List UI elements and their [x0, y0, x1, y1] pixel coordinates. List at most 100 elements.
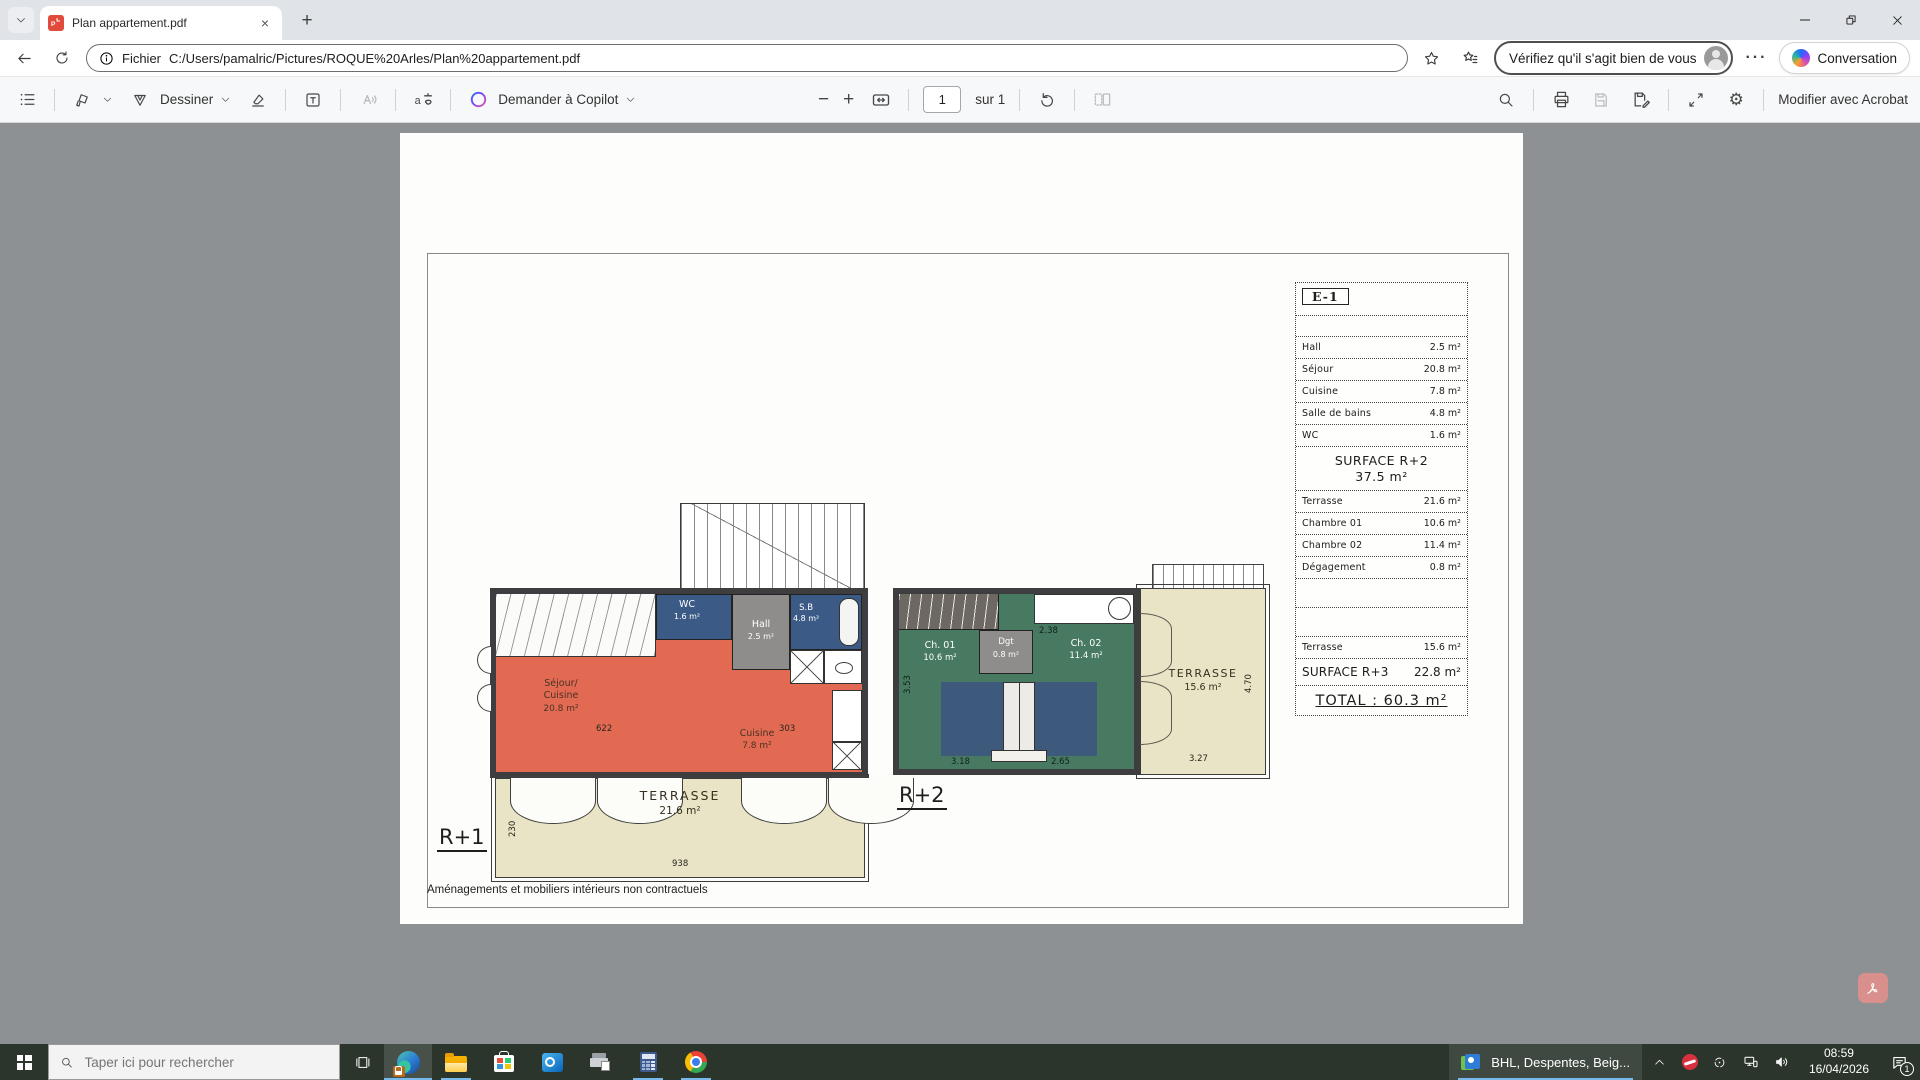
table-spacer-row: [1296, 579, 1467, 608]
fit-width-icon[interactable]: [868, 87, 894, 113]
network-icon[interactable]: [1742, 1053, 1760, 1071]
taskbar-spacer: [720, 1044, 1449, 1080]
favorite-star-icon[interactable]: [1418, 44, 1446, 72]
tab-search-chevron-icon[interactable]: [8, 7, 34, 33]
ask-copilot-button[interactable]: Demander à Copilot: [465, 87, 636, 113]
draw-tool-button[interactable]: Dessiner: [127, 87, 231, 113]
r1-kitchen-appliance: [832, 742, 862, 770]
calculator-icon: [640, 1052, 657, 1072]
r2-water-heater: [1108, 597, 1131, 620]
window-close-button[interactable]: [1874, 0, 1920, 40]
r2-dim-top: 2.38: [1039, 626, 1058, 636]
collections-icon[interactable]: [1456, 44, 1484, 72]
r2-floor-plan: Dgt0.8 m² Ch. 0110.6 m² Ch. 0211.4 m² 2.…: [893, 588, 1140, 775]
tray-expand-icon[interactable]: [1651, 1053, 1669, 1071]
rotate-icon[interactable]: [1034, 87, 1060, 113]
browser-menu-button[interactable]: ···: [1743, 49, 1769, 67]
add-text-icon[interactable]: [300, 87, 326, 113]
r1-staircase-tower: [680, 503, 865, 589]
url-field[interactable]: Fichier C:/Users/pamalric/Pictures/ROQUE…: [86, 44, 1408, 72]
chrome-icon: [685, 1051, 707, 1073]
translate-icon[interactable]: a: [410, 87, 436, 113]
r2-ch2-label: Ch. 0211.4 m²: [1051, 638, 1121, 663]
r1-bathroom: S.B4.8 m²: [790, 594, 862, 650]
taskbar-search-input[interactable]: [83, 1054, 328, 1071]
zoom-in-button[interactable]: +: [843, 90, 854, 109]
start-button[interactable]: [0, 1044, 48, 1080]
window-restore-button[interactable]: [1828, 0, 1874, 40]
read-aloud-icon: [355, 87, 381, 113]
taskbar-document-app-button[interactable]: BHL, Despentes, Beig...: [1449, 1044, 1642, 1080]
taskbar-clock[interactable]: 08:59 16/04/2026: [1800, 1044, 1878, 1080]
page-count-label: sur 1: [975, 92, 1005, 107]
fullscreen-icon[interactable]: [1683, 87, 1709, 113]
r2-nightstand: [1003, 682, 1035, 756]
scanner-app-icon: [590, 1053, 610, 1071]
total-row: TOTAL : 60.3 m²: [1296, 686, 1467, 715]
r1-hall-room: Hall2.5 m²: [732, 594, 790, 670]
taskbar-explorer-button[interactable]: [432, 1044, 480, 1080]
new-tab-button[interactable]: +: [294, 8, 320, 34]
r1-dim-sejour: 622: [596, 724, 612, 734]
highlighter-tool-button[interactable]: [69, 87, 113, 113]
toc-menu-icon[interactable]: [14, 87, 40, 113]
taskbar-search[interactable]: [48, 1044, 340, 1080]
page-number-input[interactable]: [923, 86, 961, 113]
table-row: Séjour20.8 m²: [1296, 359, 1467, 381]
r1-terrace-label: TERRASSE 21.6 m²: [496, 788, 864, 817]
surface-table: E-1 Hall2.5 m² Séjour20.8 m² Cuisine7.8 …: [1295, 282, 1468, 716]
volume-icon[interactable]: [1773, 1053, 1791, 1071]
browser-tab[interactable]: P Plan appartement.pdf ×: [40, 6, 282, 40]
microsoft-store-icon: [494, 1055, 514, 1072]
taskbar-scanner-button[interactable]: [576, 1044, 624, 1080]
surface-r3-row: SURFACE R+322.8 m²: [1296, 659, 1467, 686]
pen-icon: [127, 87, 153, 113]
tab-close-icon[interactable]: ×: [256, 14, 274, 32]
pdf-viewport[interactable]: E-1 Hall2.5 m² Séjour20.8 m² Cuisine7.8 …: [0, 123, 1920, 1044]
windows-logo-icon: [17, 1055, 32, 1070]
taskbar-outlook-button[interactable]: [528, 1044, 576, 1080]
print-icon[interactable]: [1548, 87, 1574, 113]
window-minimize-button[interactable]: [1782, 0, 1828, 40]
verify-identity-button[interactable]: Vérifiez qu'il s'agit bien de vous: [1494, 41, 1734, 75]
save-as-icon[interactable]: [1628, 87, 1654, 113]
task-view-button[interactable]: [340, 1044, 384, 1080]
taskbar-chrome-button[interactable]: [672, 1044, 720, 1080]
r2-degagement: Dgt0.8 m²: [979, 630, 1033, 674]
acrobat-floating-button[interactable]: [1858, 973, 1888, 1003]
table-row: Terrasse15.6 m²: [1296, 637, 1467, 659]
table-row: Chambre 0211.4 m²: [1296, 535, 1467, 557]
r2-dim-terrace-width: 3.27: [1189, 754, 1208, 764]
refresh-button[interactable]: [48, 44, 76, 72]
windows-ink-icon[interactable]: [1711, 1053, 1729, 1071]
settings-gear-icon[interactable]: ⚙: [1723, 87, 1749, 113]
conversation-label: Conversation: [1817, 51, 1897, 66]
search-document-icon[interactable]: [1493, 87, 1519, 113]
zoom-out-button[interactable]: −: [818, 90, 829, 109]
svg-text:P: P: [51, 21, 56, 28]
document-app-label: BHL, Despentes, Beig...: [1491, 1055, 1630, 1070]
copilot-conversation-button[interactable]: Conversation: [1779, 42, 1910, 74]
document-app-icon: [1461, 1054, 1482, 1071]
taskbar-calculator-button[interactable]: [624, 1044, 672, 1080]
r1-interior-stair: [496, 594, 656, 657]
r2-dim-bottom-left: 3.18: [951, 757, 970, 767]
back-button[interactable]: [10, 44, 38, 72]
trend-micro-icon[interactable]: [1682, 1054, 1698, 1070]
edit-with-acrobat-button[interactable]: Modifier avec Acrobat: [1778, 92, 1908, 107]
action-center-button[interactable]: 1: [1878, 1044, 1920, 1080]
surface-r2-row: SURFACE R+2 37.5 m²: [1296, 447, 1467, 491]
r1-bathtub: [839, 598, 859, 646]
r2-dim-left: 3.53: [903, 675, 913, 694]
taskbar-edge-button[interactable]: [384, 1044, 432, 1080]
chevron-down-icon: [220, 94, 231, 105]
outlook-icon: [542, 1053, 563, 1072]
eraser-icon[interactable]: [245, 87, 271, 113]
r2-floor-label: R+2: [897, 783, 947, 810]
address-bar: Fichier C:/Users/pamalric/Pictures/ROQUE…: [0, 40, 1920, 77]
copilot-toolbar-icon: [465, 87, 491, 113]
r1-terrace: TERRASSE 21.6 m² 938 230: [495, 778, 865, 878]
r2-terrace: TERRASSE 15.6 m² 3.27 4.70: [1140, 588, 1266, 775]
file-explorer-icon: [445, 1056, 467, 1072]
taskbar-store-button[interactable]: [480, 1044, 528, 1080]
